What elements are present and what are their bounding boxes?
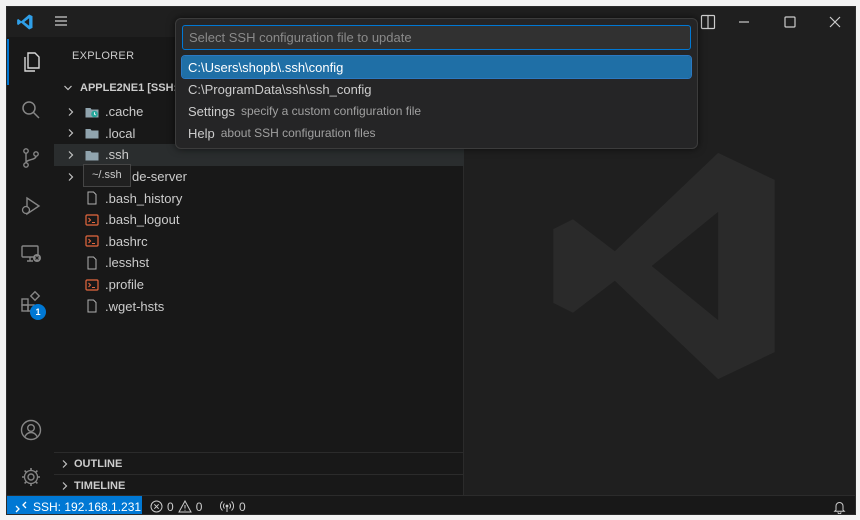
tree-item-label: .bash_logout	[105, 212, 180, 228]
remote-icon	[15, 501, 27, 512]
tree-item-label: .ssh	[105, 147, 129, 163]
gear-icon	[21, 468, 40, 486]
maximize-icon[interactable]	[781, 13, 799, 31]
tree-item-bash-logout[interactable]: .bash_logout	[54, 209, 464, 231]
terminal-file-icon	[85, 278, 99, 291]
chevron-down-icon	[64, 85, 72, 91]
accounts-activity[interactable]	[7, 407, 54, 453]
broadcast-icon	[220, 501, 234, 512]
chevron-right-icon	[62, 459, 68, 468]
warning-count: 0	[195, 499, 203, 514]
tree-item-wget-hsts[interactable]: .wget-hsts	[54, 295, 464, 317]
quick-pick-item-program-data-config[interactable]: C:\ProgramData\ssh\ssh_config	[182, 78, 691, 100]
status-bar: SSH: 192.168.1.231 0 0 0	[7, 495, 855, 514]
explorer-activity[interactable]	[7, 39, 54, 85]
error-icon	[150, 500, 163, 513]
quick-pick-item-label: C:\Users\shopb\.ssh\config	[188, 59, 344, 75]
remote-indicator[interactable]: SSH: 192.168.1.231	[7, 496, 142, 514]
extensions-badge: 1	[30, 304, 46, 320]
file-icon	[87, 299, 97, 313]
remote-label: SSH: 192.168.1.231	[33, 499, 142, 514]
quick-pick-item-description: about SSH configuration files	[220, 126, 376, 140]
close-icon[interactable]	[826, 13, 844, 31]
error-count: 0	[167, 499, 174, 514]
file-icon	[87, 191, 97, 205]
terminal-file-icon	[85, 214, 99, 226]
ssh-config-quick-pick: C:\Users\shopb\.ssh\config C:\ProgramDat…	[175, 18, 698, 149]
chevron-right-icon	[68, 107, 74, 116]
warning-icon	[177, 500, 192, 513]
source-control-icon	[22, 148, 39, 168]
quick-pick-item-label: Settings	[188, 103, 235, 119]
tree-item-label: .wget-hsts	[105, 298, 165, 314]
workspace-title: APPLE2NE1 [SSH: 1	[80, 82, 187, 94]
menu-icon[interactable]	[53, 13, 69, 29]
timeline-section-header[interactable]: TIMELINE	[54, 474, 464, 496]
ports-indicator[interactable]: 0	[220, 496, 246, 514]
notifications-button[interactable]	[833, 496, 846, 514]
tree-item-profile[interactable]: .profile	[54, 274, 464, 296]
tree-item-label: .local	[105, 125, 136, 141]
tree-item-bash-history[interactable]: .bash_history	[54, 187, 464, 209]
run-debug-activity[interactable]	[7, 183, 54, 229]
tree-item-label: .profile	[105, 277, 145, 293]
chevron-right-icon	[62, 481, 68, 490]
source-control-activity[interactable]	[7, 135, 54, 181]
search-activity[interactable]	[7, 87, 54, 133]
bell-icon	[833, 501, 846, 514]
tree-item-label: .bashrc	[105, 233, 148, 249]
run-debug-icon	[21, 196, 40, 216]
quick-pick-item-label: C:\ProgramData\ssh\ssh_config	[188, 81, 372, 97]
quick-pick-item-help[interactable]: Help about SSH configuration files	[182, 122, 691, 144]
minimize-icon[interactable]	[735, 13, 753, 31]
problems-indicator[interactable]: 0 0	[150, 496, 203, 514]
chevron-right-icon	[68, 172, 74, 181]
tree-item-label: .bash_history	[105, 190, 183, 206]
quick-pick-item-user-config[interactable]: C:\Users\shopb\.ssh\config	[181, 55, 692, 79]
chevron-right-icon	[68, 151, 74, 159]
quick-pick-item-settings[interactable]: Settings specify a custom configuration …	[182, 100, 691, 122]
activity-bar: 1	[7, 37, 54, 495]
outline-section-header[interactable]: OUTLINE	[54, 452, 464, 474]
folder-icon	[85, 129, 99, 139]
outline-label: OUTLINE	[74, 457, 123, 470]
remote-explorer-icon	[20, 245, 41, 262]
ports-count: 0	[239, 499, 246, 514]
tree-item-lesshst[interactable]: .lesshst	[54, 252, 464, 274]
vscode-logo-icon	[17, 14, 33, 30]
toggle-layout-icon[interactable]	[699, 13, 717, 31]
vscode-watermark-icon	[553, 152, 775, 380]
quick-pick-item-description: specify a custom configuration file	[240, 104, 422, 118]
quick-pick-input[interactable]	[182, 25, 691, 50]
tree-item-label: .lesshst	[105, 255, 150, 271]
tree-item-bashrc[interactable]: .bashrc	[54, 231, 464, 253]
file-icon	[87, 256, 97, 270]
quick-pick-item-label: Help	[188, 125, 215, 141]
terminal-file-icon	[85, 235, 99, 247]
vscode-window: 1 EXPLORER APPLE2NE1 [SSH: 1 .cache .loc…	[6, 6, 856, 515]
folder-icon	[85, 150, 99, 161]
search-icon	[21, 101, 40, 119]
sidebar-title: EXPLORER	[72, 50, 135, 62]
account-icon	[20, 419, 41, 441]
chevron-right-icon	[68, 129, 74, 138]
remote-explorer-activity[interactable]	[7, 231, 54, 277]
folder-cache-icon	[85, 107, 99, 118]
tree-item-label: .cache	[105, 104, 144, 120]
folder-path-tooltip: ~/.ssh	[83, 164, 131, 187]
files-icon	[23, 52, 40, 72]
extensions-activity[interactable]: 1	[7, 279, 54, 325]
tree-item-label: de-server	[132, 169, 187, 185]
timeline-label: TIMELINE	[74, 479, 126, 492]
manage-activity[interactable]	[7, 454, 54, 500]
